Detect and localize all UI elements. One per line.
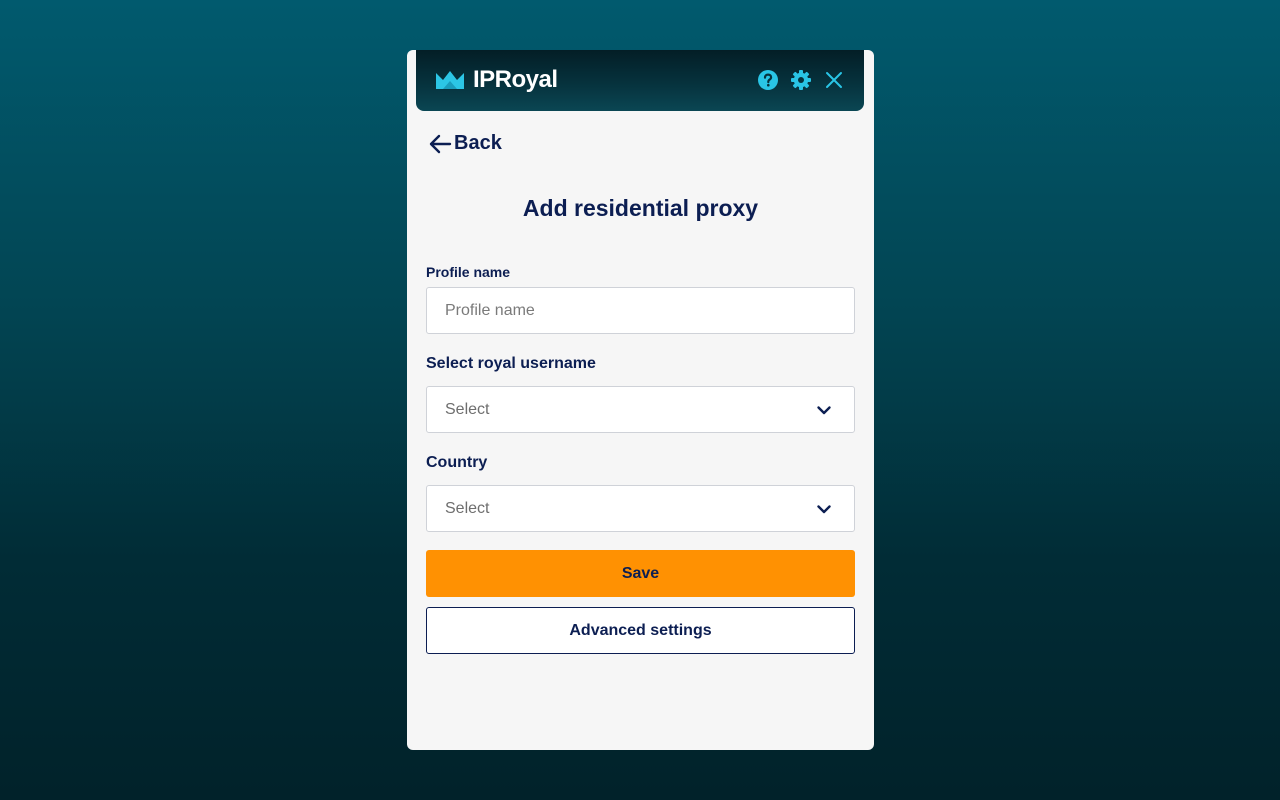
crown-logo-icon: [436, 71, 464, 89]
close-icon[interactable]: [823, 69, 845, 91]
arrow-left-icon: [429, 134, 452, 153]
country-select[interactable]: Select: [426, 485, 855, 532]
save-button[interactable]: Save: [426, 550, 855, 597]
extension-popup: IPRoyal Back Add residential proxy Profi…: [407, 50, 874, 750]
advanced-settings-label: Advanced settings: [569, 621, 712, 639]
profile-name-field: [426, 287, 855, 334]
country-label: Country: [426, 454, 488, 471]
chevron-down-icon: [817, 405, 831, 414]
profile-name-input[interactable]: [427, 288, 854, 333]
save-button-label: Save: [621, 564, 660, 582]
profile-name-label: Profile name: [426, 264, 511, 280]
popup-header: IPRoyal: [416, 50, 864, 111]
brand-logo: IPRoyal: [435, 66, 558, 94]
chevron-down-icon: [817, 504, 831, 513]
help-icon[interactable]: [757, 69, 779, 91]
brand-name: IPRoyal: [473, 66, 558, 93]
royal-username-select[interactable]: Select: [426, 386, 855, 433]
country-value: Select: [445, 499, 490, 517]
royal-username-label: Select royal username: [426, 355, 596, 372]
back-label: Back: [454, 132, 502, 154]
back-button[interactable]: Back: [428, 132, 502, 155]
page-title: Add residential proxy: [522, 195, 759, 221]
advanced-settings-button[interactable]: Advanced settings: [426, 607, 855, 654]
gear-icon[interactable]: [790, 69, 812, 91]
royal-username-value: Select: [445, 400, 490, 418]
